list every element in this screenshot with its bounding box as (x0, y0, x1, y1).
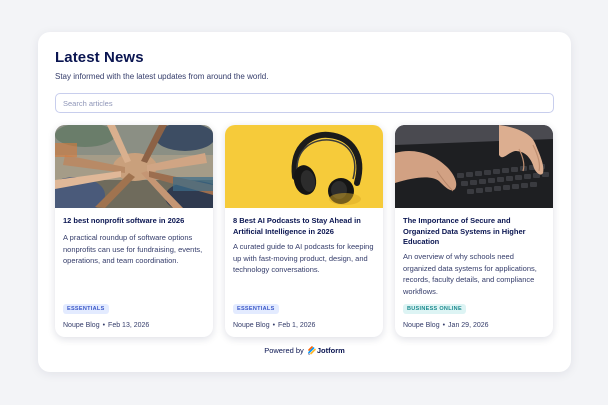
article-meta: Noupe Blog • Jan 29, 2026 (403, 322, 489, 329)
article-date: Jan 29, 2026 (448, 322, 489, 329)
jotform-brand: Jotform (316, 346, 345, 355)
article-card[interactable]: 8 Best AI Podcasts to Stay Ahead in Arti… (225, 125, 383, 337)
separator-dot: • (102, 322, 106, 329)
search-input[interactable] (55, 93, 554, 113)
powered-by-footer[interactable]: Powered by Jotform (38, 346, 571, 355)
separator-dot: • (272, 322, 276, 329)
page-title: Latest News (55, 49, 144, 66)
article-title[interactable]: 8 Best AI Podcasts to Stay Ahead in Arti… (233, 216, 376, 237)
headphones-on-yellow-photo (225, 125, 383, 208)
article-source: Noupe Blog (63, 322, 100, 329)
news-widget: Latest News Stay informed with the lates… (38, 32, 571, 372)
category-badge: BUSINESS ONLINE (403, 304, 466, 314)
laptop-typing-photo (395, 125, 553, 208)
powered-by-label: Powered by (264, 346, 304, 355)
article-description: An overview of why schools need organize… (403, 252, 537, 296)
category-badge: ESSENTIALS (63, 304, 109, 314)
article-source: Noupe Blog (403, 322, 440, 329)
page-subtitle: Stay informed with the latest updates fr… (55, 72, 269, 81)
article-meta: Noupe Blog • Feb 13, 2026 (63, 322, 149, 329)
article-description: A curated guide to AI podcasts for keepi… (233, 242, 374, 274)
jotform-logo-icon (308, 346, 316, 355)
separator-dot: • (442, 322, 446, 329)
article-card[interactable]: 12 best nonprofit software in 2026 A pra… (55, 125, 213, 337)
article-source: Noupe Blog (233, 322, 270, 329)
article-title[interactable]: 12 best nonprofit software in 2026 (63, 216, 206, 227)
article-date: Feb 13, 2026 (108, 322, 150, 329)
hands-together-photo (55, 125, 213, 208)
article-title[interactable]: The Importance of Secure and Organized D… (403, 216, 546, 248)
category-badge: ESSENTIALS (233, 304, 279, 314)
article-meta: Noupe Blog • Feb 1, 2026 (233, 322, 315, 329)
article-card[interactable]: The Importance of Secure and Organized D… (395, 125, 553, 337)
article-date: Feb 1, 2026 (278, 322, 316, 329)
article-description: A practical roundup of software options … (63, 233, 203, 265)
